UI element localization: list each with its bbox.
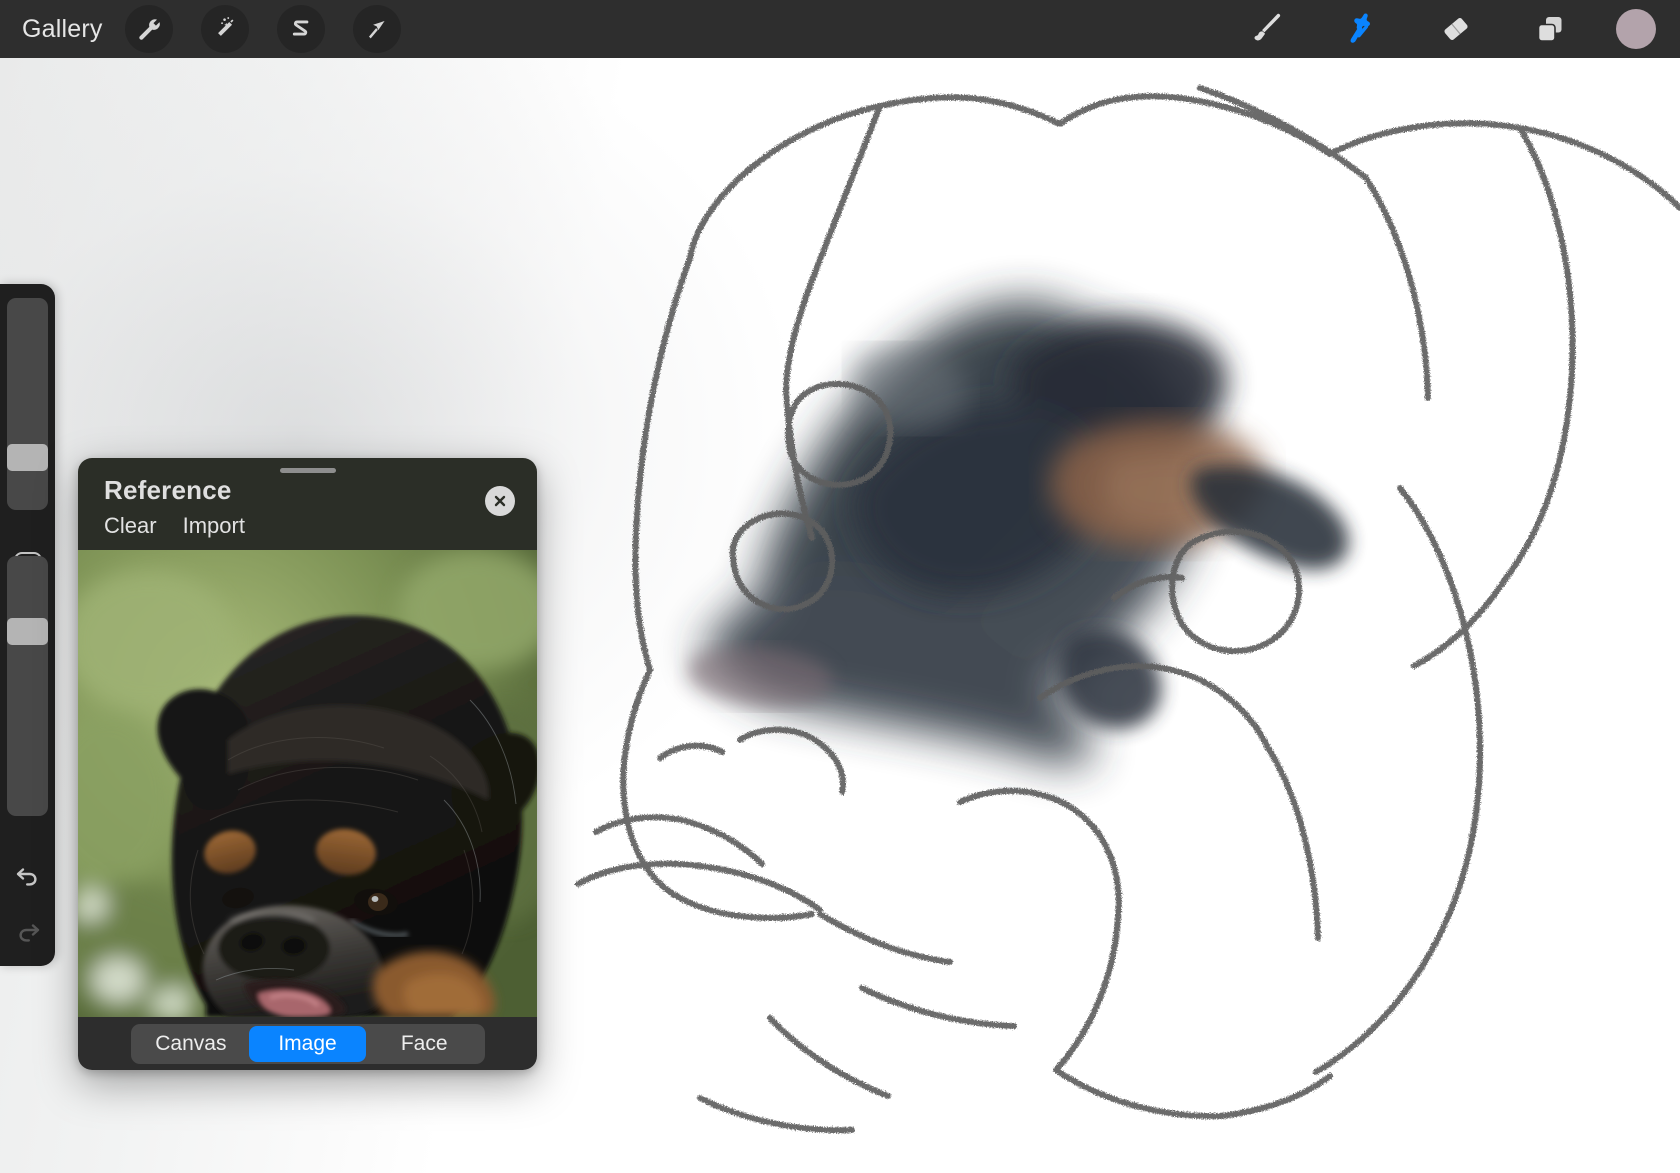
reference-panel[interactable]: Reference Clear Import [78, 458, 537, 1070]
reference-actions: Clear Import [104, 513, 245, 539]
import-button[interactable]: Import [183, 513, 245, 539]
magic-wand-icon[interactable] [201, 5, 249, 53]
color-swatch[interactable] [1616, 9, 1656, 49]
reference-mode-segmented-control[interactable]: Canvas Image Face [131, 1024, 485, 1064]
arrow-transform-icon[interactable] [353, 5, 401, 53]
layers-icon[interactable] [1522, 5, 1578, 53]
tab-face[interactable]: Face [366, 1026, 483, 1062]
tab-canvas[interactable]: Canvas [133, 1026, 250, 1062]
reference-panel-title: Reference [104, 475, 232, 506]
undo-button[interactable] [0, 852, 55, 898]
s-selection-icon[interactable] [277, 5, 325, 53]
reference-panel-footer: Canvas Image Face [78, 1017, 537, 1070]
top-toolbar: Gallery [0, 0, 1680, 58]
brush-opacity-handle[interactable] [7, 618, 48, 645]
reference-photo-dog [78, 550, 537, 1017]
smudge-icon[interactable] [1334, 5, 1390, 53]
reference-panel-header: Reference Clear Import [78, 458, 537, 550]
clear-button[interactable]: Clear [104, 513, 157, 539]
left-sidebar [0, 284, 55, 966]
wrench-icon[interactable] [125, 5, 173, 53]
paintbrush-icon[interactable] [1240, 5, 1296, 53]
brush-size-handle[interactable] [7, 444, 48, 471]
eraser-icon[interactable] [1428, 5, 1484, 53]
brush-opacity-slider[interactable] [7, 556, 48, 816]
app-root: Gallery [0, 0, 1680, 1173]
gallery-button[interactable]: Gallery [22, 17, 103, 42]
close-icon[interactable] [485, 486, 515, 516]
brush-size-slider[interactable] [7, 298, 48, 510]
reference-image[interactable] [78, 550, 537, 1017]
drag-handle[interactable] [280, 468, 336, 473]
tab-image[interactable]: Image [249, 1026, 366, 1062]
redo-button[interactable] [0, 908, 55, 954]
